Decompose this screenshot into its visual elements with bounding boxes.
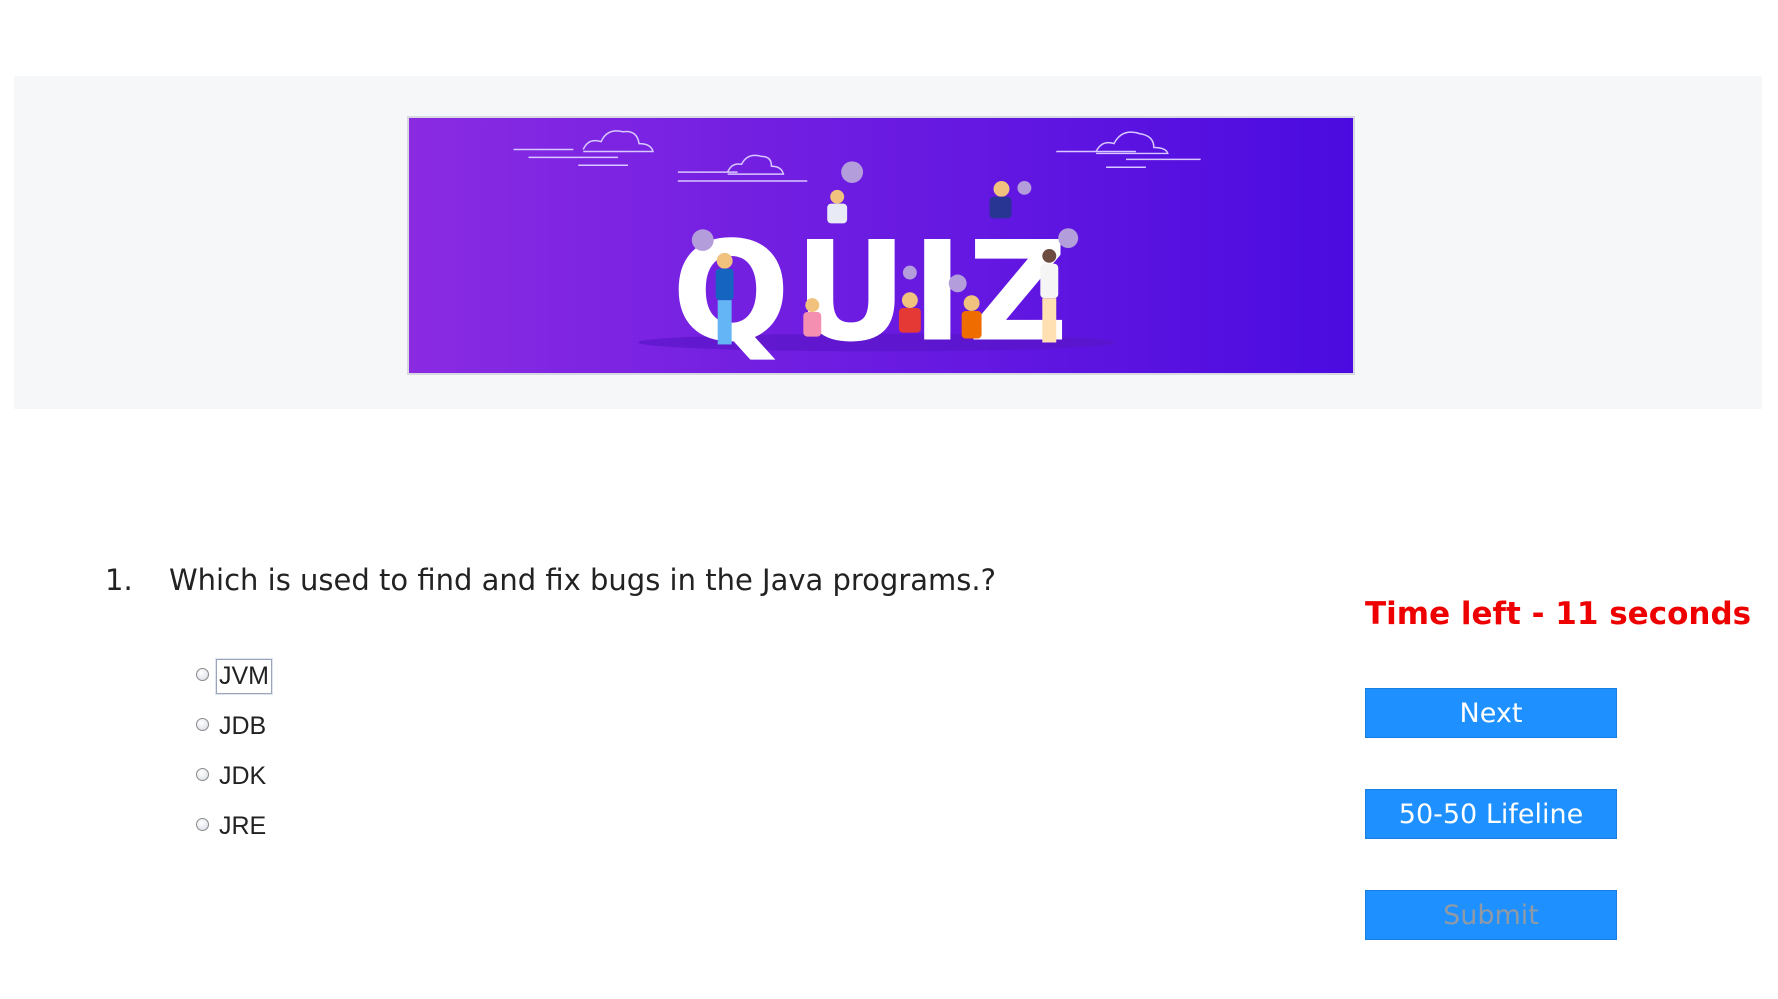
next-button[interactable]: Next [1365,688,1617,738]
quiz-banner-image: QUIZ [407,116,1355,375]
time-left-label: Time left - 11 seconds [1365,596,1752,632]
quiz-page: QUIZ 1. Which is used to find and fix bu… [0,0,1778,999]
radio-button[interactable] [196,817,209,831]
question: 1. Which is used to find and fix bugs in… [105,563,996,597]
submit-button[interactable]: Submit [1365,890,1617,940]
option-label[interactable]: JVM [216,658,272,694]
question-text: Which is used to find and fix bugs in th… [169,563,996,597]
option-jdb[interactable]: JDB [196,701,272,751]
fifty-fifty-lifeline-button[interactable]: 50-50 Lifeline [1365,789,1617,839]
answer-options: JVM JDB JDK JRE [196,651,272,851]
radio-button[interactable] [196,667,209,681]
option-jre[interactable]: JRE [196,801,272,851]
radio-button[interactable] [196,717,209,731]
option-label[interactable]: JRE [216,809,269,844]
question-number: 1. [105,563,133,597]
option-label[interactable]: JDB [216,709,269,744]
option-label[interactable]: JDK [216,759,269,794]
option-jdk[interactable]: JDK [196,751,272,801]
radio-button[interactable] [196,767,209,781]
option-jvm[interactable]: JVM [196,651,272,701]
